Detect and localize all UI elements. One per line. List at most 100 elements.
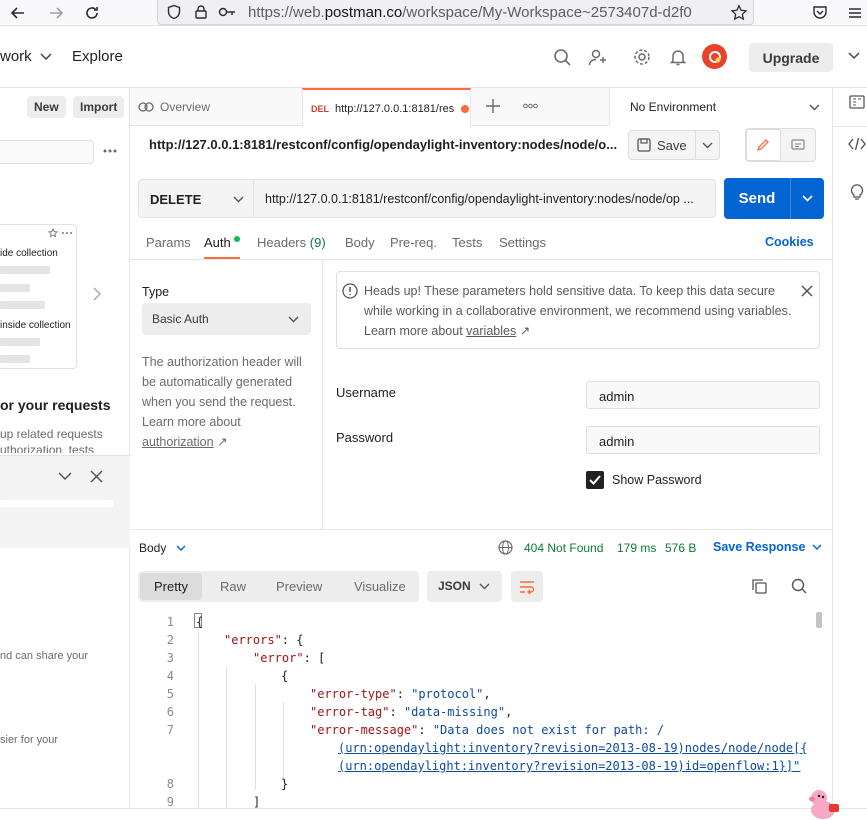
url-value: http://127.0.0.1:8181/restconf/config/op… (265, 192, 694, 206)
status-bar (0, 808, 867, 820)
chevron-down-icon[interactable] (848, 52, 860, 60)
response-body-select[interactable]: Body (139, 541, 186, 555)
tab-auth[interactable]: Auth (204, 235, 241, 250)
type-label: Type (142, 285, 170, 299)
indent-guide (283, 702, 284, 782)
import-button[interactable]: Import (73, 96, 125, 118)
code-link[interactable]: (urn:opendaylight:inventory?revision=201… (338, 759, 800, 773)
chevron-down-icon[interactable] (58, 472, 72, 481)
variables-link[interactable]: variables (466, 324, 516, 338)
close-icon[interactable] (801, 285, 813, 297)
wrap-lines-button[interactable] (511, 571, 543, 602)
tab-params[interactable]: Params (146, 235, 191, 250)
authorization-link[interactable]: authorization (142, 435, 214, 449)
app-header: work Explore Upgrade (0, 26, 867, 88)
response-status[interactable]: 404 Not Found (524, 541, 603, 555)
chevron-down-icon (40, 52, 52, 60)
more-options-icon[interactable] (102, 146, 118, 156)
pocket-icon[interactable] (811, 4, 829, 22)
response-time[interactable]: 179 ms (617, 541, 656, 555)
view-tab-pretty[interactable]: Pretty (154, 571, 188, 602)
permissions-icon[interactable] (218, 5, 236, 19)
more-tabs-icon[interactable] (523, 103, 538, 109)
settings-gear-icon[interactable] (631, 46, 653, 68)
tab-overview[interactable]: Overview (138, 88, 210, 126)
json-string: "Data does not exist for path: / (432, 723, 665, 737)
tab-prereq[interactable]: Pre-req. (390, 235, 437, 250)
external-link-icon: ↗ (519, 324, 531, 338)
copy-icon[interactable] (752, 579, 767, 594)
auth-description-text: The authorization header will be automat… (142, 355, 302, 429)
progress-track (0, 500, 113, 507)
view-tab-visualize[interactable]: Visualize (354, 571, 406, 602)
edit-mode-button[interactable] (746, 129, 781, 161)
reload-icon[interactable] (82, 3, 102, 23)
save-response-label: Save Response (713, 540, 806, 554)
address-bar[interactable]: https://web.postman.co/workspace/My-Work… (157, 0, 754, 25)
explore-link[interactable]: Explore (72, 48, 123, 65)
format-select[interactable]: JSON (427, 571, 502, 602)
tab-headers[interactable]: Headers (9) (257, 235, 326, 250)
method-select[interactable]: DELETE (138, 179, 254, 218)
chevron-down-icon (802, 195, 813, 202)
save-button[interactable]: Save (629, 131, 696, 159)
send-button[interactable]: Send (724, 178, 791, 219)
line-number: 1 (166, 615, 174, 629)
code-link[interactable]: (urn:opendaylight:inventory?revision=201… (338, 741, 808, 755)
environment-selector[interactable]: No Environment (609, 88, 832, 126)
view-tab-raw[interactable]: Raw (220, 571, 246, 602)
sidebar-search-input[interactable] (0, 140, 94, 164)
lightbulb-icon[interactable] (850, 183, 864, 201)
search-icon[interactable] (791, 578, 807, 594)
add-tab-icon[interactable] (486, 99, 500, 113)
save-response-button[interactable]: Save Response (713, 540, 822, 554)
url-text: https://web.postman.co/workspace/My-Work… (248, 4, 692, 21)
request-url-input[interactable]: http://127.0.0.1:8181/restconf/config/op… (254, 179, 716, 218)
lock-icon[interactable] (193, 4, 209, 20)
save-options-button[interactable] (696, 142, 719, 149)
comment-icon (791, 138, 805, 150)
chevron-right-icon[interactable] (92, 287, 102, 301)
scrollbar-thumb[interactable] (816, 612, 822, 628)
mascot-icon[interactable] (804, 788, 842, 820)
back-arrow-icon[interactable] (8, 3, 28, 23)
comments-button[interactable] (781, 129, 815, 161)
view-tab-preview[interactable]: Preview (276, 571, 322, 602)
show-password-checkbox[interactable] (586, 471, 604, 489)
cookies-link[interactable]: Cookies (765, 235, 814, 249)
notifications-bell-icon[interactable] (667, 46, 689, 68)
response-size[interactable]: 576 B (665, 541, 696, 555)
save-button-group: Save (628, 130, 720, 160)
line-number: 8 (166, 777, 174, 791)
password-input[interactable]: admin (586, 426, 820, 454)
user-avatar[interactable] (702, 44, 727, 69)
tab-active-request[interactable]: DEL http://127.0.0.1:8181/res (302, 88, 471, 127)
tab-tests[interactable]: Tests (452, 235, 482, 250)
tab-settings[interactable]: Settings (499, 235, 546, 250)
workspaces-menu[interactable]: work (0, 48, 52, 65)
globe-icon[interactable] (498, 540, 513, 555)
code-snippet-icon[interactable] (848, 137, 866, 151)
forward-arrow-icon[interactable] (46, 3, 66, 23)
chevron-down-icon (702, 142, 713, 148)
tab-body[interactable]: Body (345, 235, 375, 250)
documentation-icon[interactable] (849, 94, 865, 110)
code-line: ] (253, 795, 261, 808)
auth-type-select[interactable]: Basic Auth (142, 303, 311, 335)
bookmark-star-icon[interactable] (730, 4, 748, 22)
json-punct: : (418, 723, 433, 737)
password-label: Password (336, 430, 394, 445)
close-icon[interactable] (90, 470, 103, 483)
menu-icon[interactable] (846, 4, 864, 22)
upgrade-button[interactable]: Upgrade (749, 43, 833, 72)
shield-icon[interactable] (166, 4, 182, 20)
username-input[interactable]: admin (586, 381, 820, 409)
response-code-view[interactable]: 1 { 2 "errors": { 3 "error": [ 4 { 5 "er… (138, 612, 822, 808)
request-title[interactable]: http://127.0.0.1:8181/restconf/config/op… (149, 137, 619, 152)
new-button[interactable]: New (27, 96, 66, 118)
send-options-button[interactable] (791, 178, 824, 219)
skeleton-line (0, 301, 45, 309)
invite-user-icon[interactable] (587, 46, 609, 68)
search-icon[interactable] (551, 46, 573, 68)
line-number: 7 (166, 723, 174, 737)
